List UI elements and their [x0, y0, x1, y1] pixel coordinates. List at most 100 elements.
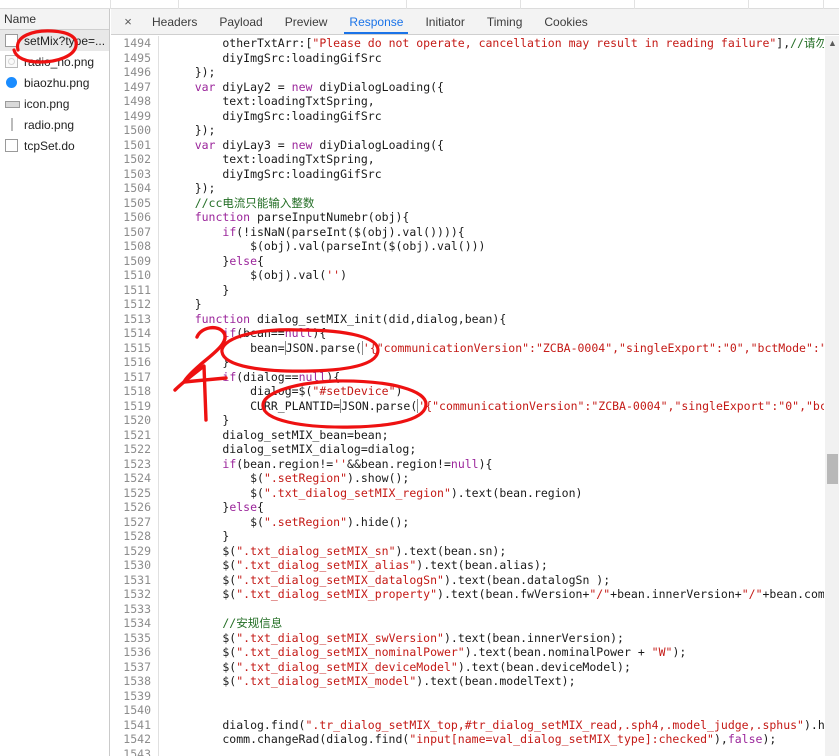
code-line-text: }else{ — [159, 500, 839, 515]
code-line: 1504 }); — [111, 181, 839, 196]
line-number: 1522 — [111, 442, 159, 457]
code-line: 1529 $(".txt_dialog_setMIX_sn").text(bea… — [111, 543, 839, 558]
code-token: diyLay3 = — [215, 137, 292, 152]
code-token: $( — [167, 674, 237, 688]
code-token: ).text(bean.region) — [450, 485, 583, 500]
code-token: dialog_setMIX_bean=bean; — [167, 427, 389, 442]
code-token: //安规信息 — [167, 616, 283, 630]
code-line-text: dialog=$("#setDevice") — [159, 384, 839, 399]
scrollbar-thumb[interactable] — [827, 454, 838, 484]
line-number: 1511 — [111, 282, 159, 297]
list-item-label: radio_no.png — [24, 54, 95, 69]
response-body-viewer[interactable]: 1494 otherTxtArr:["Please do not operate… — [111, 36, 839, 756]
code-line: 1505 //cc电流只能输入整数 — [111, 195, 839, 210]
code-token: $( — [167, 572, 237, 587]
vertical-scrollbar[interactable]: ▲ — [824, 36, 839, 756]
code-token: function — [194, 210, 251, 224]
line-number: 1527 — [111, 514, 159, 529]
code-line: 1538 $(".txt_dialog_setMIX_model").text(… — [111, 674, 839, 689]
code-line: 1495 diyImgSrc:loadingGifSrc — [111, 50, 839, 66]
code-token: ).hide(); — [347, 514, 410, 529]
tab-payload[interactable]: Payload — [208, 9, 273, 34]
code-line: 1540 — [111, 703, 839, 718]
line-number: 1503 — [111, 166, 159, 181]
tab-initiator[interactable]: Initiator — [414, 9, 475, 34]
tab-timing[interactable]: Timing — [476, 9, 534, 34]
code-token: diyLay2 = — [215, 79, 292, 94]
code-line: 1517 if(dialog==null){ — [111, 369, 839, 384]
code-line: 1528 } — [111, 529, 839, 544]
list-item[interactable]: biaozhu.png — [0, 72, 109, 93]
code-line: 1502 text:loadingTxtSpring, — [111, 152, 839, 167]
code-line-text: CURR_PLANTID=JSON.parse('{"communication… — [159, 398, 839, 413]
line-number: 1497 — [111, 79, 159, 94]
list-item[interactable]: tcpSet.do — [0, 135, 109, 156]
request-list-sidebar[interactable]: Name setMix?type=... radio_no.png biaozhu.… — [0, 9, 110, 756]
code-line-text: dialog_setMIX_dialog=dialog; — [159, 442, 839, 457]
line-number: 1521 — [111, 427, 159, 442]
tab-response[interactable]: Response — [338, 9, 414, 34]
code-token: var — [194, 137, 216, 152]
code-token: else — [229, 253, 258, 268]
tab-cookies[interactable]: Cookies — [533, 9, 598, 34]
detail-tabbar[interactable]: × Headers Payload Preview Response Initiator… — [111, 9, 839, 35]
code-token: diyDialogLoading({ — [312, 137, 444, 152]
code-line: 1512 } — [111, 297, 839, 312]
devtools-network-response-screenshot: Name setMix?type=... radio_no.png biaozhu.… — [0, 0, 839, 756]
scroll-up-arrow-icon[interactable]: ▲ — [825, 36, 839, 50]
line-number: 1513 — [111, 311, 159, 326]
code-line-text: diyImgSrc:loadingGifSrc — [159, 51, 839, 66]
list-item[interactable]: icon.png — [0, 93, 109, 114]
sidebar-column-header-name[interactable]: Name — [0, 9, 109, 30]
code-token: +bean.innerVersion+ — [610, 587, 742, 601]
code-token: ){ — [478, 456, 493, 471]
tab-headers[interactable]: Headers — [141, 9, 208, 34]
code-line-text: $(".txt_dialog_setMIX_property").text(be… — [159, 587, 839, 602]
line-number: 1507 — [111, 224, 159, 239]
code-line: 1496 }); — [111, 65, 839, 80]
code-line: 1516 } — [111, 355, 839, 370]
close-icon[interactable]: × — [115, 9, 141, 34]
tab-preview[interactable]: Preview — [274, 9, 339, 34]
code-line-text: text:loadingTxtSpring, — [159, 94, 839, 109]
code-token: ".setRegion" — [263, 514, 348, 529]
code-token: ".txt_dialog_setMIX_property" — [236, 587, 438, 601]
code-line-text: $(".txt_dialog_setMIX_alias").text(bean.… — [159, 558, 839, 573]
code-token: $(obj).val(parseInt($(obj).val())) — [167, 239, 486, 253]
code-line: 1510 $(obj).val('') — [111, 268, 839, 283]
list-item[interactable]: setMix?type=... — [0, 30, 109, 51]
code-token: false — [727, 732, 763, 746]
code-token: ){ — [326, 369, 341, 384]
code-token: else — [229, 500, 258, 514]
code-line-text: }); — [159, 65, 839, 80]
code-token: $( — [167, 471, 264, 485]
code-line: 1514 if(bean==null){ — [111, 326, 839, 341]
code-token: '{"communicationVersion":"ZCBA-0004","si… — [362, 340, 839, 355]
code-token: "#setDevice" — [312, 384, 396, 398]
code-line: 1531 $(".txt_dialog_setMIX_datalogSn").t… — [111, 572, 839, 587]
code-token: '{"communicationVersion":"ZCBA-0004","si… — [418, 398, 839, 413]
code-token: '' — [326, 268, 341, 282]
code-line: 1533 — [111, 601, 839, 616]
code-token: $( — [167, 543, 237, 558]
code-line: 1506 function parseInputNumebr(obj){ — [111, 210, 839, 225]
line-number: 1542 — [111, 732, 159, 747]
code-token: ){ — [312, 326, 327, 340]
code-token: diyDialogLoading({ — [312, 79, 444, 94]
code-token: ".txt_dialog_setMIX_alias" — [236, 558, 417, 572]
code-token: }); — [167, 65, 216, 79]
list-item[interactable]: radio.png — [0, 114, 109, 135]
request-list[interactable]: setMix?type=... radio_no.png biaozhu.png ic… — [0, 30, 109, 156]
code-line: 1509 }else{ — [111, 253, 839, 268]
code-token: var — [194, 79, 216, 94]
code-token: ).text(bean.alias); — [416, 558, 548, 572]
code-line: 1522 dialog_setMIX_dialog=dialog; — [111, 442, 839, 457]
code-token: { — [257, 253, 264, 268]
code-token: ) — [340, 268, 348, 282]
list-item[interactable]: radio_no.png — [0, 51, 109, 72]
